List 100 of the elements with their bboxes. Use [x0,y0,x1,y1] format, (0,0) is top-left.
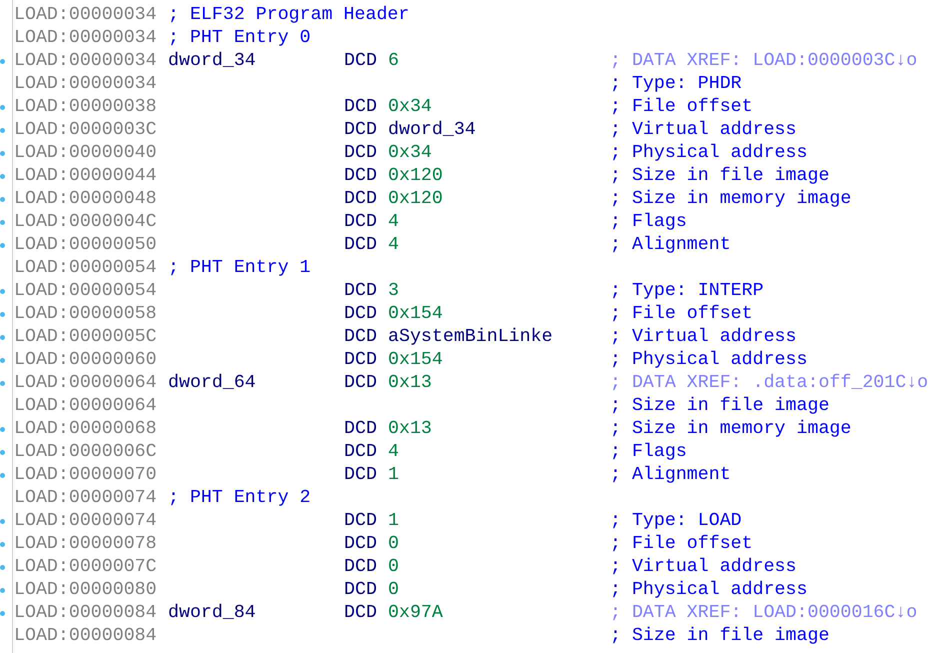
line-marker-icon [0,519,5,524]
operand-value: 0x120 [388,188,443,211]
line-marker-icon [0,473,5,478]
line-marker-icon [0,588,5,593]
address-label: LOAD:00000080 [14,579,158,602]
operand-value: 0x13 [388,372,432,395]
comment-text: ; Size in file image [610,625,830,648]
directive-keyword: DCD [344,165,377,188]
operand-value: 0x154 [388,303,443,326]
comment-text: ; Size in memory image [610,418,852,441]
address-label: LOAD:00000044 [14,165,158,188]
address-label: LOAD:00000074 [14,510,158,533]
comment-text: ; PHT Entry 0 [168,27,311,50]
line-marker-icon [0,174,5,179]
line-marker-icon [0,289,5,294]
address-label: LOAD:00000084 [14,602,158,625]
operand-value: 1 [388,464,399,487]
directive-keyword: DCD [344,234,377,257]
address-label: LOAD:00000048 [14,188,158,211]
operand-value: 0x154 [388,349,443,372]
line-marker-icon [0,105,5,110]
comment-text: ; File offset [610,533,753,556]
comment-text: ; Type: LOAD [610,510,742,533]
directive-keyword: DCD [344,211,377,234]
address-label: LOAD:0000005C [14,326,158,349]
address-label: LOAD:00000064 [14,395,158,418]
comment-text: ; Physical address [610,349,808,372]
operand-value: 0 [388,556,399,579]
directive-keyword: DCD [344,579,377,602]
line-marker-icon [0,381,5,386]
comment-text: ; Size in memory image [610,188,852,211]
address-label: LOAD:00000034 [14,27,158,50]
line-marker-icon [0,220,5,225]
line-marker-icon [0,335,5,340]
comment-text: ; PHT Entry 2 [168,487,311,510]
line-marker-icon [0,611,5,616]
directive-keyword: DCD [344,372,377,395]
address-label: LOAD:0000004C [14,211,158,234]
symbol-name: dword_84 [168,602,256,625]
symbol-name: dword_64 [168,372,256,395]
line-marker-icon [0,59,5,64]
comment-text: ; Virtual address [610,326,796,349]
operand-value: 0x34 [388,142,432,165]
address-label: LOAD:00000038 [14,96,158,119]
address-label: LOAD:00000040 [14,142,158,165]
operand-value: 1 [388,510,399,533]
address-label: LOAD:00000068 [14,418,158,441]
directive-keyword: DCD [344,510,377,533]
line-marker-icon [0,128,5,133]
operand-value: 0 [388,579,399,602]
operand-value: 0x34 [388,96,432,119]
directive-keyword: DCD [344,602,377,625]
line-marker-icon [0,243,5,248]
comment-text: ; Physical address [610,142,808,165]
operand-value: 4 [388,441,399,464]
comment-text: ; Alignment [610,464,731,487]
line-marker-icon [0,312,5,317]
line-marker-icon [0,151,5,156]
address-label: LOAD:00000078 [14,533,158,556]
directive-keyword: DCD [344,464,377,487]
address-label: LOAD:00000054 [14,257,158,280]
directive-keyword: DCD [344,142,377,165]
address-label: LOAD:00000034 [14,73,158,96]
address-label: LOAD:0000007C [14,556,158,579]
comment-text: ; PHT Entry 1 [168,257,311,280]
line-marker-icon [0,427,5,432]
address-label: LOAD:00000070 [14,464,158,487]
operand-value: 4 [388,234,399,257]
operand-value: 0 [388,533,399,556]
directive-keyword: DCD [344,50,377,73]
address-label: LOAD:0000006C [14,441,158,464]
operand-value: 4 [388,211,399,234]
directive-keyword: DCD [344,188,377,211]
comment-text: ; Type: INTERP [610,280,764,303]
operand-value: 6 [388,50,399,73]
line-marker-icon [0,565,5,570]
comment-text: ; File offset [610,96,753,119]
directive-keyword: DCD [344,533,377,556]
address-label: LOAD:00000084 [14,625,158,648]
symbol-name: dword_34 [168,50,256,73]
line-marker-icon [0,450,5,455]
comment-text: ; Virtual address [610,556,796,579]
address-label: LOAD:00000074 [14,487,158,510]
operand-value: 0x13 [388,418,432,441]
address-label: LOAD:00000060 [14,349,158,372]
address-label: LOAD:00000050 [14,234,158,257]
xref-comment: ; DATA XREF: .data:off_201C↓o [610,372,928,395]
xref-comment: ; DATA XREF: LOAD:0000003C↓o [610,50,918,73]
line-marker-icon [0,542,5,547]
directive-keyword: DCD [344,119,377,142]
directive-keyword: DCD [344,556,377,579]
operand-value: 0x97A [388,602,443,625]
directive-keyword: DCD [344,349,377,372]
address-label: LOAD:00000064 [14,372,158,395]
comment-text: ; Type: PHDR [610,73,742,96]
address-label: LOAD:0000003C [14,119,158,142]
operand-value: 0x120 [388,165,443,188]
comment-text: ; Flags [610,441,687,464]
comment-text: ; Virtual address [610,119,796,142]
directive-keyword: DCD [344,280,377,303]
